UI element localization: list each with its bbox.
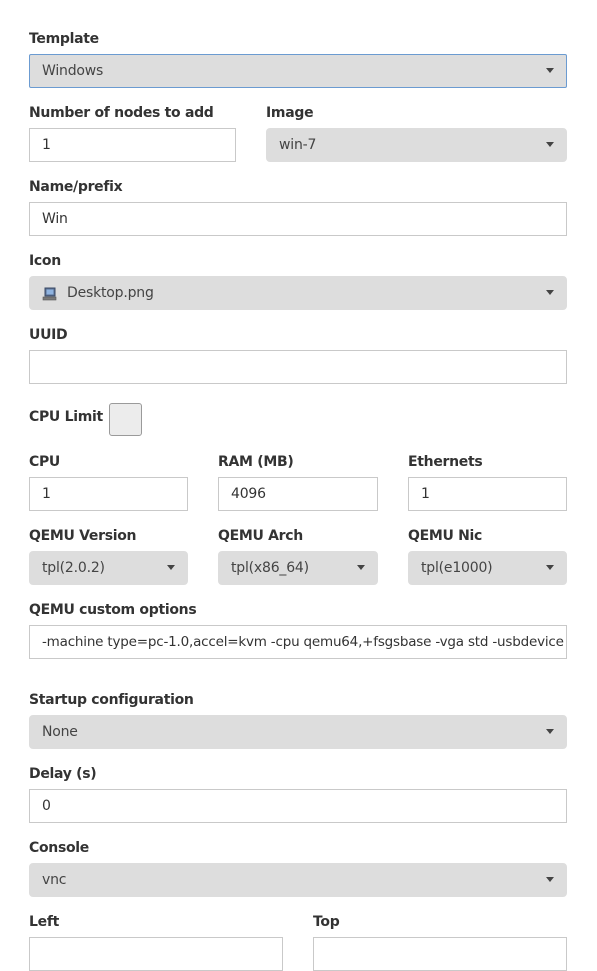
qemu-version-label: QEMU Version <box>29 528 137 544</box>
chevron-down-icon <box>167 565 175 570</box>
top-input[interactable] <box>313 937 567 971</box>
qemu-arch-label: QEMU Arch <box>218 528 303 544</box>
qemu-options-label: QEMU custom options <box>29 602 197 618</box>
delay-label: Delay (s) <box>29 766 97 782</box>
cpu-input[interactable]: 1 <box>29 477 188 511</box>
ethernets-label: Ethernets <box>408 454 483 470</box>
template-select[interactable]: Windows <box>29 54 567 88</box>
ethernets-input[interactable]: 1 <box>408 477 567 511</box>
startup-select[interactable]: None <box>29 715 567 749</box>
ram-input[interactable]: 4096 <box>218 477 378 511</box>
ram-label: RAM (MB) <box>218 454 294 470</box>
qemu-options-input[interactable]: -machine type=pc-1.0,accel=kvm -cpu qemu… <box>29 625 567 659</box>
qemu-nic-select[interactable]: tpl(e1000) <box>408 551 567 585</box>
left-label: Left <box>29 914 59 930</box>
qemu-nic-label: QEMU Nic <box>408 528 483 544</box>
qemu-nic-value: tpl(e1000) <box>421 560 493 576</box>
startup-value: None <box>42 724 78 740</box>
chevron-down-icon <box>546 290 554 295</box>
left-input[interactable] <box>29 937 283 971</box>
console-select[interactable]: vnc <box>29 863 567 897</box>
qemu-arch-value: tpl(x86_64) <box>231 560 309 576</box>
startup-label: Startup configuration <box>29 692 194 708</box>
desktop-computer-icon <box>42 287 57 301</box>
uuid-input[interactable] <box>29 350 567 384</box>
nodes-input[interactable]: 1 <box>29 128 236 162</box>
console-label: Console <box>29 840 90 856</box>
template-value: Windows <box>42 63 104 79</box>
cpu-limit-label: CPU Limit <box>29 409 103 425</box>
name-label: Name/prefix <box>29 179 123 195</box>
image-label: Image <box>266 105 314 121</box>
icon-label: Icon <box>29 253 61 269</box>
chevron-down-icon <box>546 68 554 73</box>
chevron-down-icon <box>546 565 554 570</box>
name-input[interactable]: Win <box>29 202 567 236</box>
icon-value: Desktop.png <box>67 285 154 301</box>
image-select[interactable]: win-7 <box>266 128 567 162</box>
template-label: Template <box>29 31 99 47</box>
nodes-label: Number of nodes to add <box>29 105 214 121</box>
console-value: vnc <box>42 872 67 888</box>
qemu-arch-select[interactable]: tpl(x86_64) <box>218 551 378 585</box>
top-label: Top <box>313 914 340 930</box>
delay-input[interactable]: 0 <box>29 789 567 823</box>
cpu-limit-checkbox[interactable] <box>109 403 142 436</box>
qemu-version-value: tpl(2.0.2) <box>42 560 105 576</box>
qemu-version-select[interactable]: tpl(2.0.2) <box>29 551 188 585</box>
chevron-down-icon <box>357 565 365 570</box>
icon-select[interactable]: Desktop.png <box>29 276 567 310</box>
chevron-down-icon <box>546 729 554 734</box>
cpu-label: CPU <box>29 454 61 470</box>
chevron-down-icon <box>546 142 554 147</box>
uuid-label: UUID <box>29 327 68 343</box>
chevron-down-icon <box>546 877 554 882</box>
image-value: win-7 <box>279 137 317 153</box>
